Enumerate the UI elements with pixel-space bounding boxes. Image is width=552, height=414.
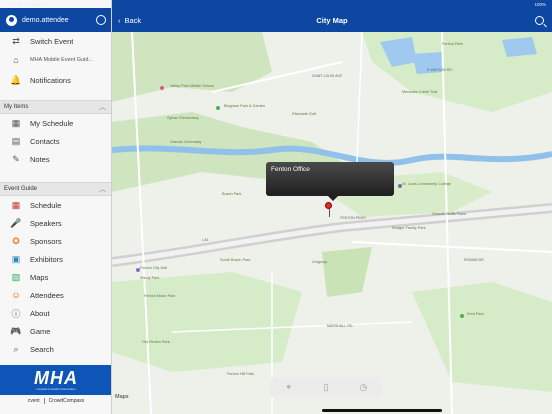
sidebar-item-exhibitors[interactable]: ▣ Exhibitors — [0, 250, 111, 268]
park-icon — [460, 314, 464, 318]
search-icon: ⌕ — [13, 343, 19, 354]
user-row[interactable]: demo.attendee — [0, 8, 111, 32]
cityhall-icon — [136, 268, 140, 272]
road-label: ROWAN DR — [464, 258, 484, 262]
bookmark-icon[interactable]: ▯ — [321, 382, 331, 392]
map-label: Fenton City Hall — [140, 266, 168, 270]
sidebar-item-event-guide-home[interactable]: ⌂ MHA Mobile Event Guid... — [0, 50, 111, 70]
map-label: Unigroup — [312, 260, 328, 264]
cvent-logo: cvent — [27, 397, 40, 404]
divider — [43, 397, 45, 404]
sidebar-item-sponsors[interactable]: ✪ Sponsors — [0, 232, 111, 250]
medal-icon: ✪ — [12, 235, 20, 246]
map-label: Bingham Park & Garden — [224, 104, 266, 108]
park-icon — [216, 106, 220, 110]
sidebar-item-attendees[interactable]: ☺ Attendees — [0, 286, 111, 304]
map-label: South Busch Park — [220, 258, 251, 262]
mha-logo: MHA — [34, 368, 78, 388]
map-icon: ▧ — [11, 271, 21, 282]
people-icon: ☺ — [11, 290, 21, 300]
user-name: demo.attendee — [22, 16, 69, 24]
map-label: Kent Park — [467, 312, 484, 316]
map-label: Rodger Family Park — [392, 226, 426, 230]
sidebar-item-maps[interactable]: ▧ Maps — [0, 268, 111, 286]
map-label: Riverside Golf — [292, 112, 316, 116]
chevron-left-icon: ‹ — [118, 15, 121, 25]
location-icon[interactable]: ⌖ — [284, 382, 294, 392]
location-pin-icon[interactable] — [325, 202, 332, 217]
status-time: 7:?? AM Thu Nov 15 — [6, 1, 47, 7]
notes-icon: ✎ — [12, 153, 20, 164]
maps-attribution: Maps — [115, 394, 129, 400]
back-button[interactable]: ‹ Back — [118, 16, 141, 25]
grid-icon: ▦ — [11, 199, 21, 210]
chevron-up-icon: ︿ — [99, 104, 106, 111]
map-label: Fenton Hill Park — [227, 372, 255, 376]
booth-icon: ▣ — [11, 253, 21, 264]
school-icon — [160, 86, 164, 90]
home-indicator — [322, 409, 442, 412]
sidebar-item-schedule[interactable]: ▦ Schedule — [0, 196, 111, 214]
sidebar-item-game[interactable]: 🎮 Game — [0, 322, 111, 340]
map-label: Valley Park Middle School — [170, 84, 214, 88]
map-label: Sylvan Elementary — [167, 116, 199, 120]
map-toolbar: ⌖ ▯ ◷ — [270, 377, 382, 397]
sidebar-item-contacts[interactable]: ▤ Contacts — [0, 132, 111, 150]
sidebar-item-notes[interactable]: ✎ Notes — [0, 150, 111, 168]
info-icon: ⓘ — [11, 308, 21, 319]
city-map[interactable]: Valley Park Middle School Sylvan Element… — [112, 32, 552, 414]
powered-by: cvent CrowdCompass — [0, 395, 111, 406]
mic-icon: 🎤 — [10, 217, 22, 228]
gear-icon[interactable] — [96, 15, 106, 25]
crowdcompass-logo: CrowdCompass — [48, 397, 85, 404]
event-guide-section: Event Guide ︿ ▦ Schedule 🎤 Speakers ✪ Sp… — [0, 182, 111, 358]
map-label: Old Fenton Park — [142, 340, 170, 344]
top-menu: ⇄ Switch Event ⌂ MHA Mobile Event Guid..… — [0, 32, 111, 90]
sidebar-item-speakers[interactable]: 🎤 Speakers — [0, 214, 111, 232]
road-label: E WATSON RD — [427, 68, 452, 72]
college-icon — [398, 184, 402, 188]
page-title: City Map — [316, 15, 348, 25]
map-label: Windy Park — [140, 276, 160, 280]
sidebar-item-my-schedule[interactable]: ▦ My Schedule — [0, 114, 111, 132]
road-label: SAINT LOUIS AVE — [312, 74, 343, 78]
contact-icon: ▤ — [11, 135, 21, 146]
map-label: Gravois Bluffs Plaza — [432, 212, 467, 216]
road-label: FENTON PKWY — [340, 216, 367, 220]
sidebar-item-notifications[interactable]: 🔔 Notifications — [0, 70, 111, 90]
sidebar-item-about[interactable]: ⓘ About — [0, 304, 111, 322]
road-label: MARSHALL RD — [327, 324, 353, 328]
map-label: Gravois Greenway — [170, 140, 202, 144]
road-label: I-44 — [202, 238, 209, 242]
map-label: Fenton Park — [442, 42, 463, 46]
mha-banner[interactable]: MHA Hospital & Health Association — [0, 365, 111, 395]
map-label: Meramec Creek Trail — [402, 90, 438, 94]
my-items-section: My Items ︿ ▦ My Schedule ▤ Contacts ✎ No… — [0, 100, 111, 168]
home-icon: ⌂ — [13, 55, 19, 65]
user-icon — [6, 14, 17, 26]
sidebar-item-search[interactable]: ⌕ Search — [0, 340, 111, 358]
map-label: Fenton Motor Park — [144, 294, 176, 298]
my-items-header[interactable]: My Items ︿ — [0, 100, 111, 114]
mha-logo-sub: Hospital & Health Association — [36, 387, 76, 391]
battery-label: 100% — [534, 1, 546, 7]
navbar: ‹ Back City Map — [112, 8, 552, 32]
sidebar: demo.attendee ⇄ Switch Event ⌂ MHA Mobil… — [0, 0, 112, 414]
event-guide-header[interactable]: Event Guide ︿ — [0, 182, 111, 196]
search-icon[interactable] — [535, 15, 544, 25]
switch-icon: ⇄ — [12, 35, 20, 46]
bell-icon: 🔔 — [10, 74, 22, 85]
sidebar-item-switch-event[interactable]: ⇄ Switch Event — [0, 32, 111, 50]
location-callout[interactable]: Fenton Office — [266, 162, 394, 201]
map-canvas — [112, 32, 552, 414]
calendar-icon: ▦ — [11, 117, 21, 128]
gamepad-icon: 🎮 — [10, 325, 22, 336]
callout-title: Fenton Office — [271, 166, 310, 173]
chevron-up-icon: ︿ — [99, 186, 106, 193]
clock-icon[interactable]: ◷ — [358, 382, 368, 392]
map-label: St. Louis Community College — [402, 182, 451, 186]
map-label: Busch Park — [222, 192, 242, 196]
status-bar: 7:?? AM Thu Nov 15 100% — [0, 0, 552, 8]
